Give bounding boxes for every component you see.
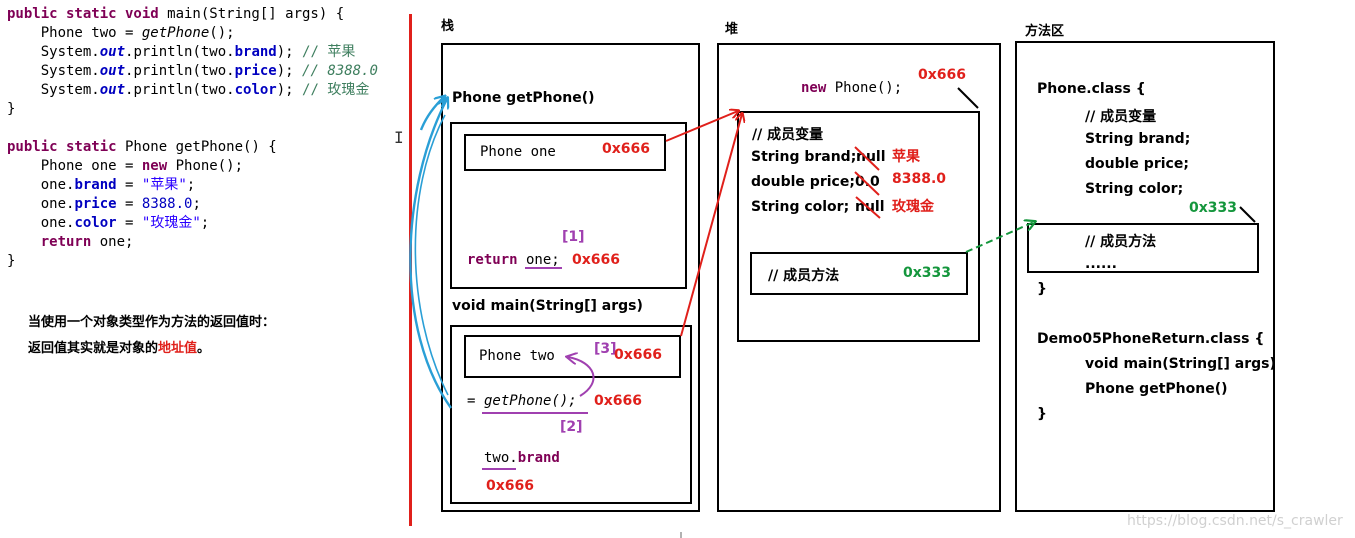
blue-arrow-return-curve	[414, 114, 449, 396]
purple-arrow-assign	[568, 357, 595, 397]
green-arrow-methods	[965, 222, 1034, 253]
red-arrow-two-to-heap	[680, 114, 742, 337]
strike-price	[854, 171, 880, 196]
red-arrow-one-to-heap	[665, 111, 738, 142]
blue-arrow-main-to-getphone	[409, 99, 452, 409]
strike-brand	[854, 146, 880, 171]
strike-color	[855, 196, 881, 219]
heap-address-tick	[957, 87, 979, 109]
annotation-overlay	[409, 87, 1256, 538]
ma-address-tick	[1239, 206, 1256, 223]
